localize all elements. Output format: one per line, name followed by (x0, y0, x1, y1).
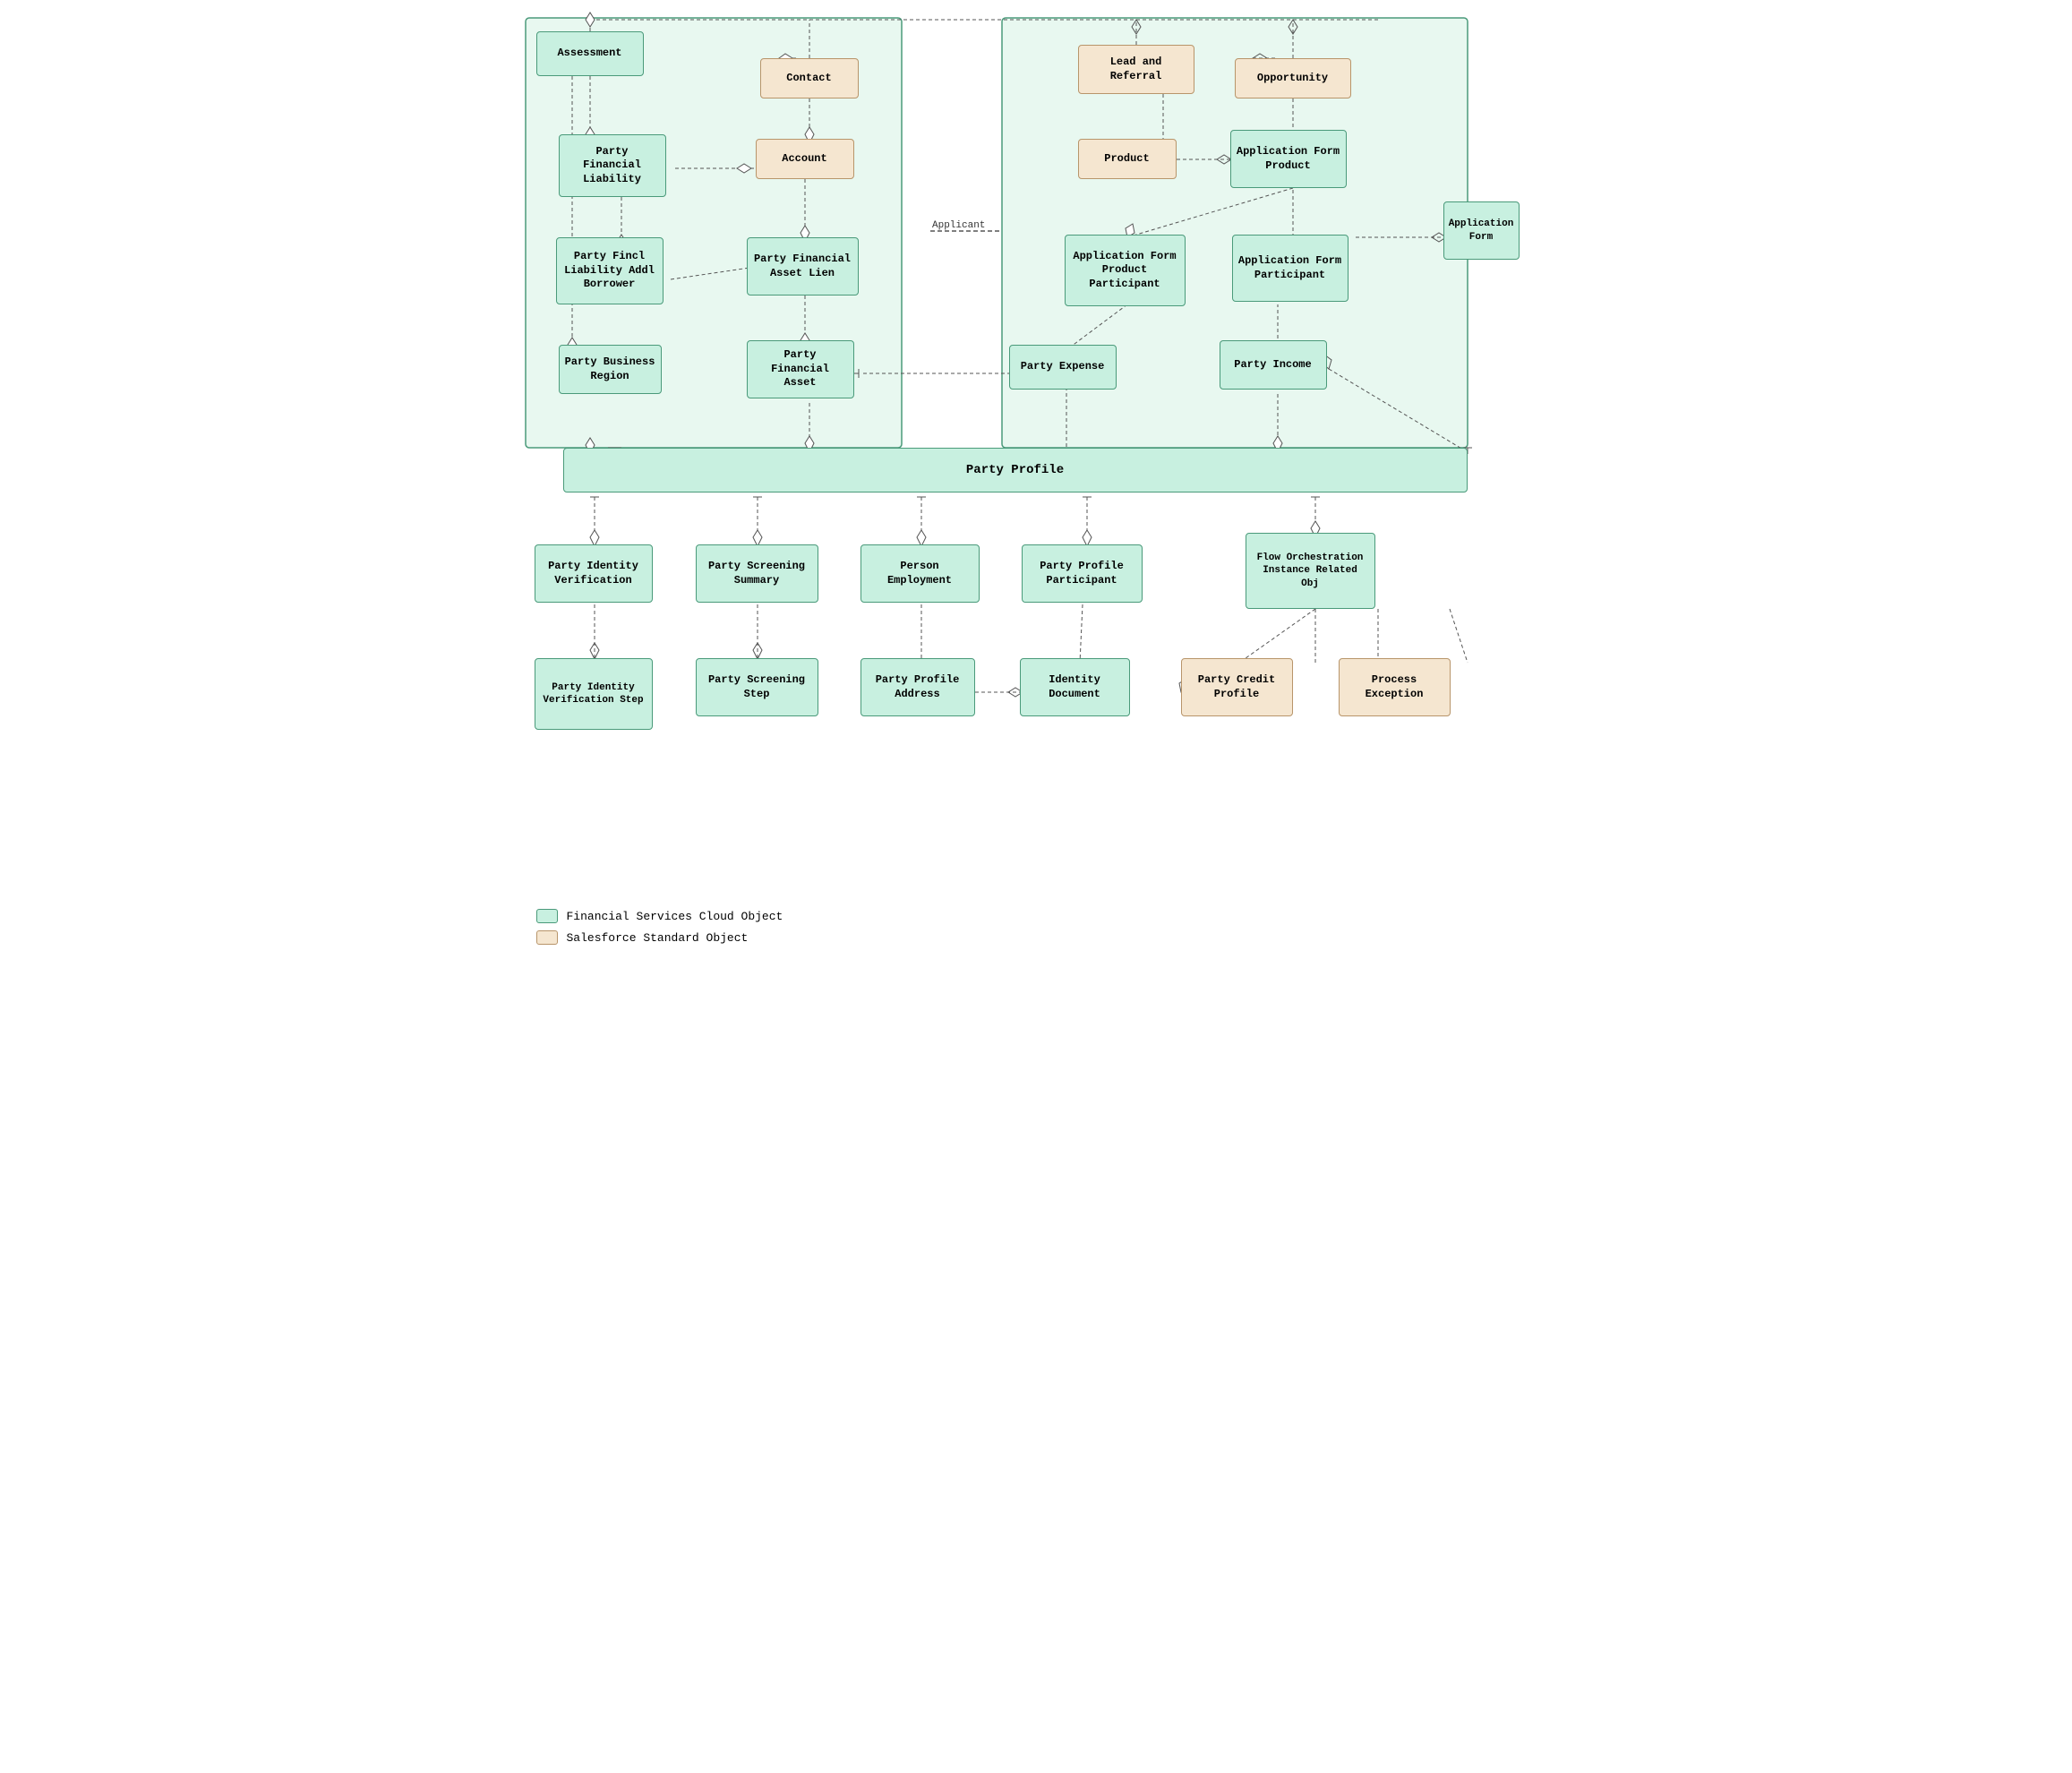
party-financial-asset-node: Party Financial Asset (747, 340, 854, 398)
legend-std-box (536, 930, 558, 945)
application-form-product-node: Application Form Product (1230, 130, 1347, 188)
party-income-node: Party Income (1220, 340, 1327, 390)
legend-fsc-label: Financial Services Cloud Object (567, 910, 783, 923)
assessment-node: Assessment (536, 31, 644, 76)
party-financial-liability-node: Party Financial Liability (559, 134, 666, 197)
party-fincl-liability-addl-borrower-node: Party Fincl Liability Addl Borrower (556, 237, 664, 304)
party-business-region-node: Party Business Region (559, 345, 662, 394)
party-financial-asset-lien-node: Party Financial Asset Lien (747, 237, 859, 296)
product-node: Product (1078, 139, 1177, 179)
svg-text:Applicant: Applicant (932, 220, 985, 231)
party-credit-profile-node: Party Credit Profile (1181, 658, 1293, 716)
party-screening-step-node: Party Screening Step (696, 658, 818, 716)
application-form-node: Application Form (1443, 201, 1520, 260)
person-employment-node: Person Employment (860, 544, 980, 603)
diagram-container: Applicant Application Form (518, 9, 1554, 895)
application-form-product-participant-node: Application Form Product Participant (1065, 235, 1186, 306)
party-profile-node: Party Profile (563, 448, 1468, 492)
legend-fsc-box (536, 909, 558, 923)
lead-referral-node: Lead and Referral (1078, 45, 1194, 94)
account-node: Account (756, 139, 854, 179)
legend: Financial Services Cloud Object Salesfor… (518, 909, 1554, 945)
party-identity-verification-node: Party Identity Verification (535, 544, 653, 603)
application-form-participant-node: Application Form Participant (1232, 235, 1349, 302)
party-profile-participant-node: Party Profile Participant (1022, 544, 1143, 603)
legend-fsc: Financial Services Cloud Object (536, 909, 1554, 923)
identity-document-node: Identity Document (1020, 658, 1130, 716)
legend-std: Salesforce Standard Object (536, 930, 1554, 945)
contact-node: Contact (760, 58, 859, 98)
party-identity-verification-step-node: Party Identity Verification Step (535, 658, 653, 730)
party-profile-address-node: Party Profile Address (860, 658, 975, 716)
process-exception-node: Process Exception (1339, 658, 1451, 716)
legend-std-label: Salesforce Standard Object (567, 931, 749, 945)
flow-orchestration-node: Flow Orchestration Instance Related Obj (1246, 533, 1375, 609)
party-screening-summary-node: Party Screening Summary (696, 544, 818, 603)
party-expense-node: Party Expense (1009, 345, 1117, 390)
opportunity-node: Opportunity (1235, 58, 1351, 98)
